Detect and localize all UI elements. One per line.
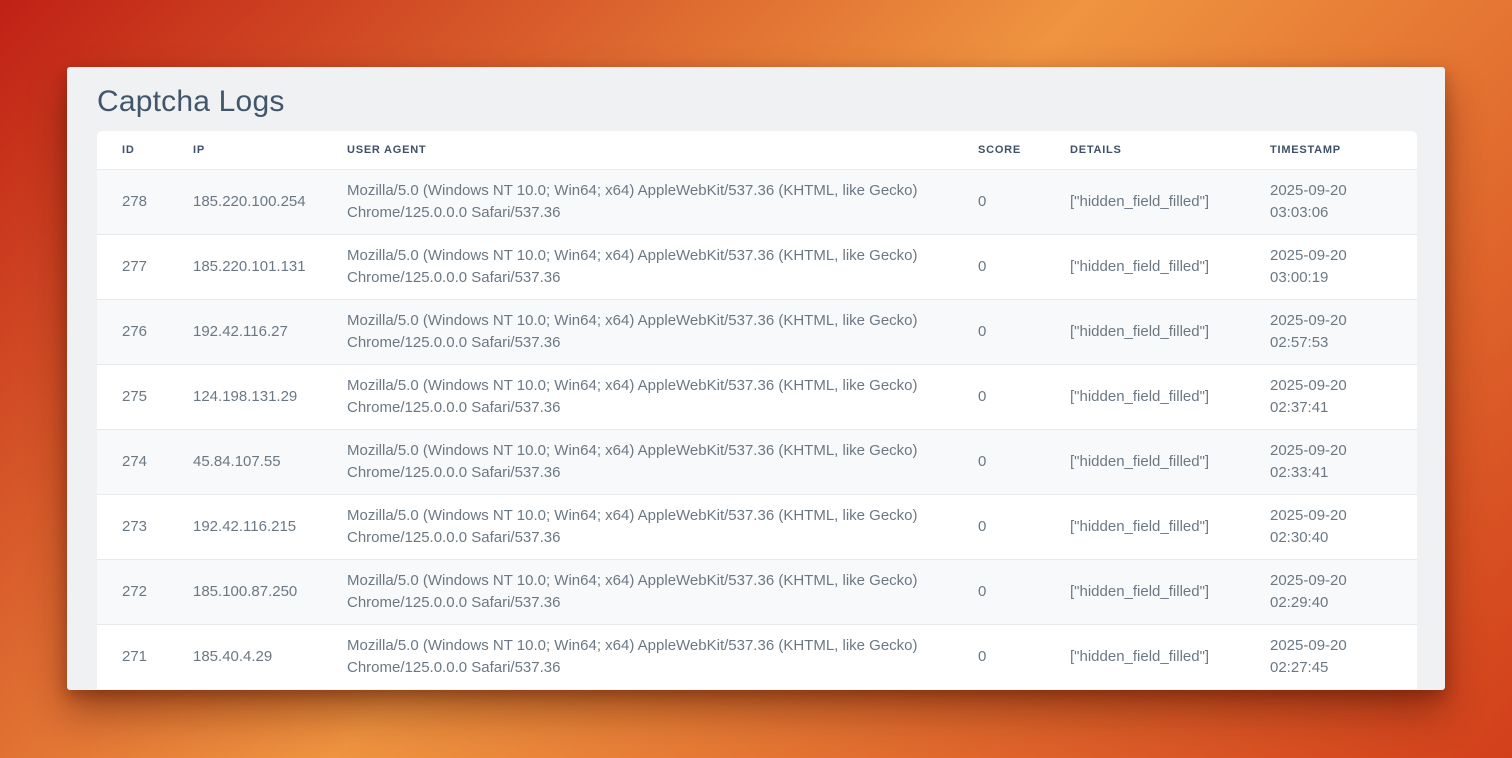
cell-ip: 124.198.131.29 [168,364,322,429]
cell-id: 274 [97,429,168,494]
cell-user-agent: Mozilla/5.0 (Windows NT 10.0; Win64; x64… [322,494,953,559]
captcha-logs-table: ID IP USER AGENT SCORE DETAILS TIMESTAMP… [97,131,1417,689]
cell-details: ["hidden_field_filled"] [1045,494,1245,559]
cell-timestamp: 2025-09-20 02:57:53 [1245,299,1417,364]
table-row: 273 192.42.116.215 Mozilla/5.0 (Windows … [97,494,1417,559]
cell-ip: 192.42.116.215 [168,494,322,559]
cell-score: 0 [953,169,1045,234]
cell-user-agent: Mozilla/5.0 (Windows NT 10.0; Win64; x64… [322,234,953,299]
cell-timestamp: 2025-09-20 02:30:40 [1245,494,1417,559]
cell-ip: 192.42.116.27 [168,299,322,364]
table-row: 271 185.40.4.29 Mozilla/5.0 (Windows NT … [97,624,1417,689]
cell-details: ["hidden_field_filled"] [1045,234,1245,299]
cell-timestamp: 2025-09-20 02:27:45 [1245,624,1417,689]
table-row: 274 45.84.107.55 Mozilla/5.0 (Windows NT… [97,429,1417,494]
cell-details: ["hidden_field_filled"] [1045,559,1245,624]
cell-score: 0 [953,559,1045,624]
cell-user-agent: Mozilla/5.0 (Windows NT 10.0; Win64; x64… [322,299,953,364]
cell-ip: 45.84.107.55 [168,429,322,494]
cell-id: 273 [97,494,168,559]
cell-timestamp: 2025-09-20 02:29:40 [1245,559,1417,624]
page-background: { "page": { "title": "Captcha Logs" }, "… [0,0,1512,758]
cell-id: 272 [97,559,168,624]
cell-id: 275 [97,364,168,429]
cell-score: 0 [953,364,1045,429]
cell-details: ["hidden_field_filled"] [1045,429,1245,494]
cell-score: 0 [953,494,1045,559]
cell-id: 276 [97,299,168,364]
cell-id: 271 [97,624,168,689]
cell-details: ["hidden_field_filled"] [1045,299,1245,364]
cell-details: ["hidden_field_filled"] [1045,169,1245,234]
cell-timestamp: 2025-09-20 03:03:06 [1245,169,1417,234]
cell-timestamp: 2025-09-20 03:00:19 [1245,234,1417,299]
cell-id: 277 [97,234,168,299]
table-header-row: ID IP USER AGENT SCORE DETAILS TIMESTAMP [97,131,1417,169]
table-row: 276 192.42.116.27 Mozilla/5.0 (Windows N… [97,299,1417,364]
cell-user-agent: Mozilla/5.0 (Windows NT 10.0; Win64; x64… [322,169,953,234]
column-header-timestamp: TIMESTAMP [1245,131,1417,169]
cell-user-agent: Mozilla/5.0 (Windows NT 10.0; Win64; x64… [322,429,953,494]
cell-user-agent: Mozilla/5.0 (Windows NT 10.0; Win64; x64… [322,559,953,624]
cell-details: ["hidden_field_filled"] [1045,364,1245,429]
cell-timestamp: 2025-09-20 02:33:41 [1245,429,1417,494]
cell-user-agent: Mozilla/5.0 (Windows NT 10.0; Win64; x64… [322,624,953,689]
cell-ip: 185.220.100.254 [168,169,322,234]
column-header-id: ID [97,131,168,169]
table-row: 278 185.220.100.254 Mozilla/5.0 (Windows… [97,169,1417,234]
table-row: 277 185.220.101.131 Mozilla/5.0 (Windows… [97,234,1417,299]
column-header-user-agent: USER AGENT [322,131,953,169]
cell-timestamp: 2025-09-20 02:37:41 [1245,364,1417,429]
cell-score: 0 [953,429,1045,494]
table-body: 278 185.220.100.254 Mozilla/5.0 (Windows… [97,169,1417,689]
cell-score: 0 [953,234,1045,299]
table-row: 272 185.100.87.250 Mozilla/5.0 (Windows … [97,559,1417,624]
cell-details: ["hidden_field_filled"] [1045,624,1245,689]
page-title: Captcha Logs [97,85,285,119]
column-header-details: DETAILS [1045,131,1245,169]
column-header-ip: IP [168,131,322,169]
cell-ip: 185.40.4.29 [168,624,322,689]
cell-score: 0 [953,624,1045,689]
table-row: 275 124.198.131.29 Mozilla/5.0 (Windows … [97,364,1417,429]
captcha-logs-card: Captcha Logs ID IP USER AGENT SCORE DETA… [67,67,1445,690]
column-header-score: SCORE [953,131,1045,169]
cell-ip: 185.220.101.131 [168,234,322,299]
cell-score: 0 [953,299,1045,364]
cell-ip: 185.100.87.250 [168,559,322,624]
cell-user-agent: Mozilla/5.0 (Windows NT 10.0; Win64; x64… [322,364,953,429]
card-header: Captcha Logs [67,67,1445,131]
logs-table-container: ID IP USER AGENT SCORE DETAILS TIMESTAMP… [97,131,1417,689]
cell-id: 278 [97,169,168,234]
